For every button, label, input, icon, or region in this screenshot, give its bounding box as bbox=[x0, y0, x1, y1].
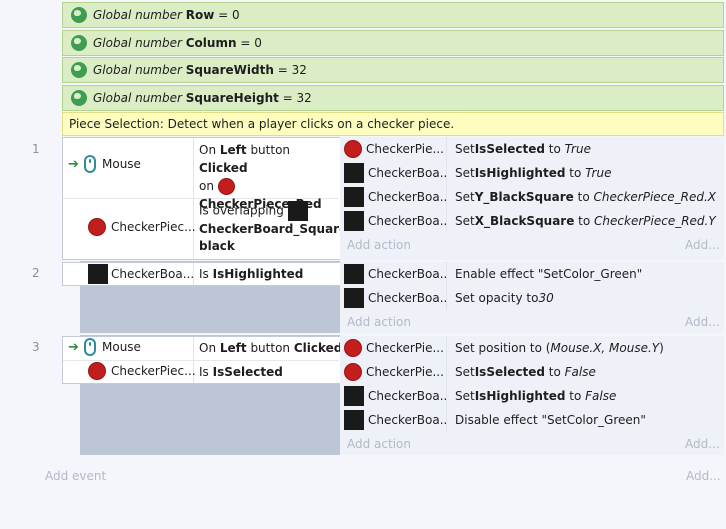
object-name: CheckerBoa... bbox=[368, 166, 446, 180]
global-variable-row[interactable]: Global number Row = 0 bbox=[62, 2, 724, 28]
action-row[interactable]: CheckerBoa... Set IsHighlighted to True bbox=[340, 161, 724, 185]
comment-text: Piece Selection: Detect when a player cl… bbox=[69, 117, 455, 131]
condition-text[interactable]: Is IsSelected bbox=[199, 365, 283, 379]
black-square-icon bbox=[88, 264, 108, 284]
globe-icon bbox=[71, 90, 87, 106]
variable-name: Row bbox=[185, 8, 215, 22]
red-piece-icon bbox=[217, 178, 235, 195]
red-piece-icon bbox=[344, 140, 362, 158]
object-name: CheckerPie... bbox=[366, 365, 444, 379]
condition-text[interactable]: Is overlapping CheckerBoard_Square black bbox=[199, 201, 347, 255]
black-square-icon bbox=[344, 288, 364, 308]
black-square-icon bbox=[344, 187, 364, 207]
action-row[interactable]: CheckerBoa... Set X_BlackSquare to Check… bbox=[340, 209, 724, 233]
add-action-link[interactable]: Add action bbox=[347, 437, 411, 451]
variable-name: SquareWidth bbox=[185, 63, 274, 77]
variable-type: Global number bbox=[93, 36, 186, 50]
add-more-link[interactable]: Add... bbox=[685, 315, 720, 329]
global-variable-row[interactable]: Global number SquareHeight = 32 bbox=[62, 85, 724, 111]
add-more-link[interactable]: Add... bbox=[686, 469, 721, 483]
global-variable-row[interactable]: Global number Column = 0 bbox=[62, 30, 724, 56]
object-name: CheckerPie... bbox=[366, 341, 444, 355]
action-row[interactable]: CheckerPie... Set IsSelected to False bbox=[340, 360, 724, 384]
condition-text[interactable]: Is IsHighlighted bbox=[199, 267, 303, 281]
object-name: Mouse bbox=[102, 340, 141, 354]
comment-row[interactable]: Piece Selection: Detect when a player cl… bbox=[62, 112, 724, 136]
arrow-icon: ➔ bbox=[68, 156, 79, 172]
event-number: 3 bbox=[32, 340, 40, 354]
object-name: CheckerBoa... bbox=[368, 291, 446, 305]
variable-name: SquareHeight bbox=[185, 91, 279, 105]
object-name: CheckerPiec... bbox=[111, 364, 196, 378]
object-name: CheckerBoa... bbox=[368, 267, 446, 281]
variable-type: Global number bbox=[93, 91, 186, 105]
object-name: CheckerBoa... bbox=[368, 413, 446, 427]
condition-object-checkerpiece[interactable]: CheckerPiec... bbox=[88, 218, 196, 236]
action-row[interactable]: CheckerBoa... Set opacity to 30 bbox=[340, 286, 724, 310]
condition-object-mouse[interactable]: ➔ Mouse bbox=[68, 155, 141, 173]
object-name: CheckerBoa... bbox=[111, 267, 195, 281]
mouse-icon bbox=[84, 338, 96, 356]
add-more-link[interactable]: Add... bbox=[685, 238, 720, 252]
black-square-icon bbox=[344, 211, 364, 231]
variable-value: = 32 bbox=[273, 63, 307, 77]
black-square-icon bbox=[344, 163, 364, 183]
condition-object-mouse[interactable]: ➔ Mouse bbox=[68, 338, 141, 356]
event-number: 2 bbox=[32, 266, 40, 280]
mouse-icon bbox=[84, 155, 96, 173]
black-square-icon bbox=[287, 201, 308, 221]
variable-name: Column bbox=[185, 36, 237, 50]
action-row[interactable]: CheckerBoa... Enable effect "SetColor_Gr… bbox=[340, 262, 724, 286]
globe-icon bbox=[71, 35, 87, 51]
black-square-icon bbox=[344, 386, 364, 406]
condition-text[interactable]: On Left button Clicked bbox=[199, 341, 342, 355]
red-piece-icon bbox=[88, 218, 106, 236]
action-row[interactable]: CheckerPie... Set IsSelected to True bbox=[340, 137, 724, 161]
black-square-icon bbox=[344, 410, 364, 430]
add-action-link[interactable]: Add action bbox=[347, 238, 411, 252]
red-piece-icon bbox=[344, 363, 362, 381]
global-variable-row[interactable]: Global number SquareWidth = 32 bbox=[62, 57, 724, 83]
variable-value: = 32 bbox=[278, 91, 312, 105]
arrow-icon: ➔ bbox=[68, 339, 79, 355]
object-name: CheckerPiec... bbox=[111, 220, 196, 234]
condition-object-checkerpiece[interactable]: CheckerPiec... bbox=[88, 362, 196, 380]
globe-icon bbox=[71, 62, 87, 78]
object-name: CheckerPie... bbox=[366, 142, 444, 156]
event-number: 1 bbox=[32, 142, 40, 156]
condition-object-checkerboard[interactable]: CheckerBoa... bbox=[88, 264, 194, 284]
event-2-actions[interactable]: CheckerBoa... Enable effect "SetColor_Gr… bbox=[340, 262, 724, 333]
red-piece-icon bbox=[88, 362, 106, 380]
red-piece-icon bbox=[344, 339, 362, 357]
add-action-link[interactable]: Add action bbox=[347, 315, 411, 329]
globe-icon bbox=[71, 7, 87, 23]
action-row[interactable]: CheckerBoa... Disable effect "SetColor_G… bbox=[340, 408, 724, 432]
object-name: CheckerBoa... bbox=[368, 389, 446, 403]
add-more-link[interactable]: Add... bbox=[685, 437, 720, 451]
variable-value: = 0 bbox=[236, 36, 262, 50]
event-1-actions[interactable]: CheckerPie... Set IsSelected to True Che… bbox=[340, 137, 724, 260]
action-row[interactable]: CheckerBoa... Set IsHighlighted to False bbox=[340, 384, 724, 408]
object-name: Mouse bbox=[102, 157, 141, 171]
variable-type: Global number bbox=[93, 63, 186, 77]
action-row[interactable]: CheckerPie... Set position to (Mouse.X, … bbox=[340, 336, 724, 360]
action-row[interactable]: CheckerBoa... Set Y_BlackSquare to Check… bbox=[340, 185, 724, 209]
object-name: CheckerBoa... bbox=[368, 214, 446, 228]
variable-type: Global number bbox=[93, 8, 186, 22]
black-square-icon bbox=[344, 264, 364, 284]
event-3-actions[interactable]: CheckerPie... Set position to (Mouse.X, … bbox=[340, 336, 724, 455]
add-event-link[interactable]: Add event bbox=[45, 469, 106, 483]
variable-value: = 0 bbox=[214, 8, 240, 22]
object-name: CheckerBoa... bbox=[368, 190, 446, 204]
